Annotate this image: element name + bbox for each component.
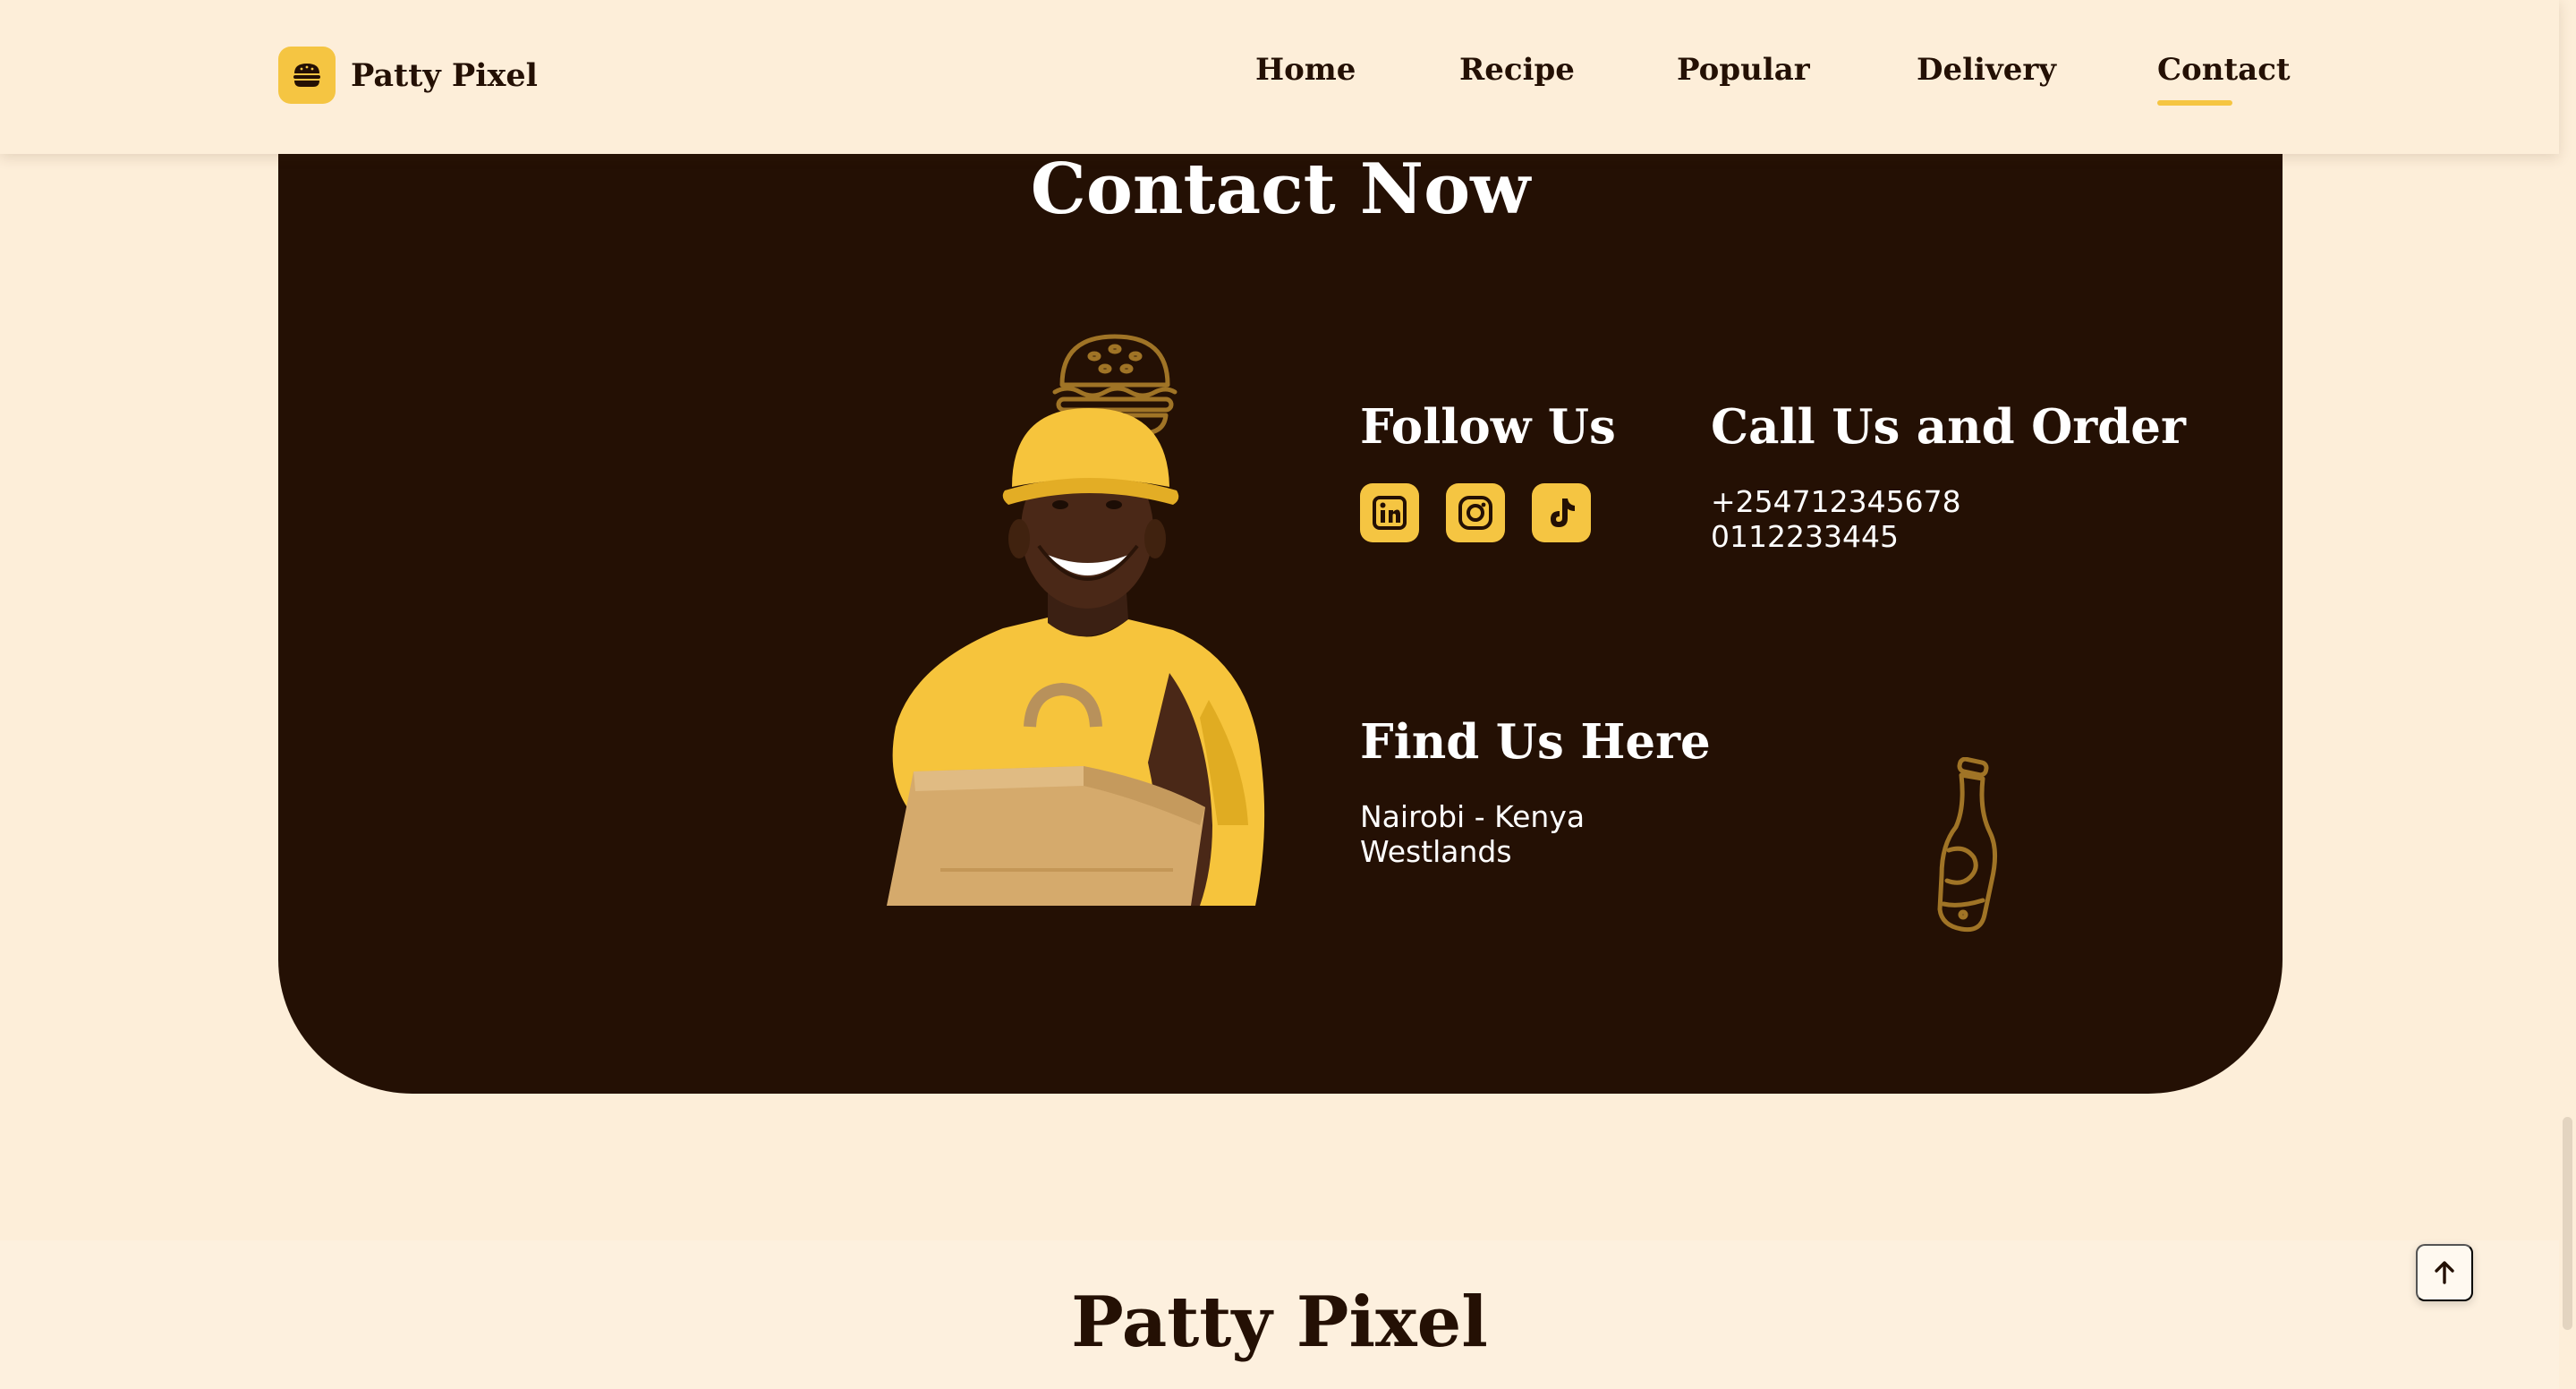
phone-number[interactable]: +254712345678 <box>1711 484 1961 519</box>
linkedin-icon <box>1373 496 1407 530</box>
tiktok-icon <box>1551 499 1575 527</box>
delivery-man-image <box>887 408 1265 906</box>
nav-contact-wrap[interactable]: Contact <box>2157 52 2291 106</box>
contact-title: Contact Now <box>1030 149 1531 230</box>
follow-heading: Follow Us <box>1360 399 1616 455</box>
nav-contact[interactable]: Contact <box>2157 52 2291 88</box>
scrollbar-thumb[interactable] <box>2563 1117 2572 1330</box>
footer-brand-title: Patty Pixel <box>1071 1282 1488 1363</box>
linkedin-button[interactable] <box>1360 483 1419 542</box>
address-line: Westlands <box>1360 834 1512 869</box>
page-scrollbar[interactable] <box>2559 0 2576 1389</box>
main-nav: Home Recipe Popular Delivery Contact <box>0 52 2559 106</box>
tiktok-button[interactable] <box>1532 483 1591 542</box>
nav-popular[interactable]: Popular <box>1677 52 1810 88</box>
call-heading: Call Us and Order <box>1711 399 2186 455</box>
scroll-to-top-button[interactable] <box>2416 1244 2473 1301</box>
contact-section: Contact Now Follow Us Call Us and Order … <box>278 0 2283 1094</box>
instagram-button[interactable] <box>1446 483 1505 542</box>
soda-bottle-outline-icon <box>1937 757 1997 933</box>
active-nav-indicator <box>2157 100 2232 106</box>
arrow-up-icon <box>2435 1261 2454 1284</box>
address-line: Nairobi - Kenya <box>1360 799 1586 834</box>
phone-number[interactable]: 0112233445 <box>1711 519 1899 554</box>
find-heading: Find Us Here <box>1360 714 1711 770</box>
nav-delivery[interactable]: Delivery <box>1917 52 2056 88</box>
nav-recipe[interactable]: Recipe <box>1459 52 1575 88</box>
site-header: Patty Pixel Home Recipe Popular Delivery… <box>0 0 2559 154</box>
nav-home[interactable]: Home <box>1255 52 1356 88</box>
instagram-icon <box>1458 496 1492 530</box>
